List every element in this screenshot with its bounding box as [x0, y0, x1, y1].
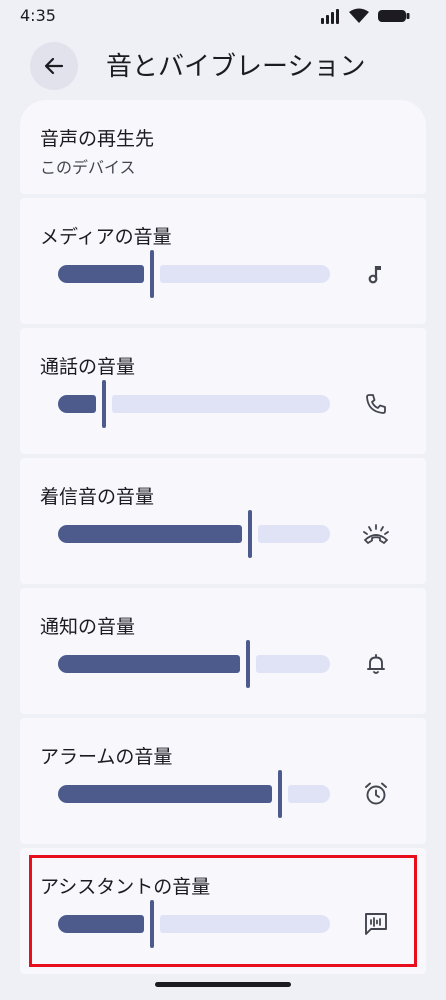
slider-thumb[interactable]: [150, 250, 154, 298]
slider-track-active: [58, 525, 242, 543]
arrow-back-icon: [44, 57, 64, 75]
slider-thumb[interactable]: [248, 510, 252, 558]
notification-volume-slider[interactable]: [58, 640, 330, 688]
slider-thumb[interactable]: [102, 380, 106, 428]
back-button[interactable]: [30, 42, 78, 90]
volume-title: 通話の音量: [40, 356, 136, 378]
slider-track-active: [58, 395, 96, 413]
alarm-volume-slider[interactable]: [58, 770, 330, 818]
slider-thumb[interactable]: [278, 770, 282, 818]
slider-track-inactive: [160, 265, 330, 283]
output-device-item[interactable]: 音声の再生先 このデバイス: [20, 100, 426, 194]
ringing-phone-icon: [360, 518, 392, 550]
call-volume-slider[interactable]: [58, 380, 330, 428]
slider-track-inactive: [256, 655, 330, 673]
slider-track-inactive: [258, 525, 330, 543]
media-volume-slider[interactable]: [58, 250, 330, 298]
volume-title: メディアの音量: [40, 226, 172, 248]
status-bar: 4:35: [0, 0, 446, 32]
volume-title: 着信音の音量: [40, 486, 155, 508]
page-title: 音とバイブレーション: [106, 52, 366, 82]
volume-title: 通知の音量: [40, 616, 136, 638]
ringtone-volume-item: 着信音の音量: [20, 458, 426, 584]
notification-volume-item: 通知の音量: [20, 588, 426, 714]
home-indicator[interactable]: [155, 982, 291, 987]
music-note-icon: [360, 258, 392, 290]
phone-icon: [360, 388, 392, 420]
media-volume-item: メディアの音量: [20, 198, 426, 324]
bell-icon: [360, 648, 392, 680]
battery-icon: [378, 10, 410, 22]
slider-thumb[interactable]: [246, 640, 250, 688]
status-icons: [320, 8, 410, 24]
output-device-value: このデバイス: [40, 158, 136, 177]
status-time: 4:35: [20, 6, 56, 25]
alarm-clock-icon: [360, 778, 392, 810]
slider-track-active: [58, 265, 144, 283]
call-volume-item: 通話の音量: [20, 328, 426, 454]
output-device-title: 音声の再生先: [40, 128, 155, 150]
ringtone-volume-slider[interactable]: [58, 510, 330, 558]
highlight-box: [29, 855, 417, 967]
slider-track-inactive: [288, 785, 330, 803]
volume-title: アラームの音量: [40, 746, 173, 768]
wifi-icon: [349, 8, 369, 23]
signal-icon: [321, 9, 339, 24]
header: 音とバイブレーション: [0, 32, 446, 96]
slider-track-inactive: [112, 395, 330, 413]
slider-track-active: [58, 785, 272, 803]
slider-track-active: [58, 655, 240, 673]
alarm-volume-item: アラームの音量: [20, 718, 426, 844]
